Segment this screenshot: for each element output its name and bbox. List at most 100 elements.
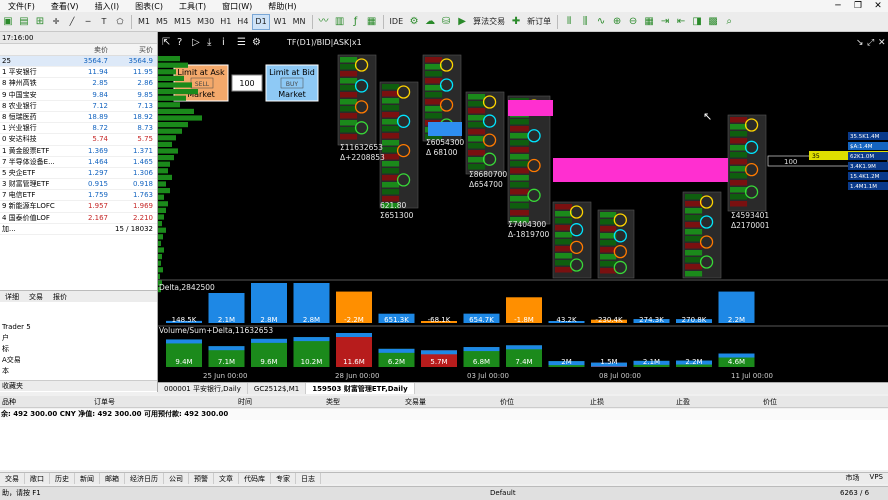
menu-help[interactable]: 帮助(H) bbox=[260, 1, 304, 12]
add-symbol-label[interactable]: 加... bbox=[0, 224, 60, 234]
tile-icon[interactable]: ▦ bbox=[642, 14, 656, 30]
symbol-row[interactable]: 25 3564.7 3564.9 bbox=[0, 56, 157, 68]
list-icon[interactable]: ☰ bbox=[237, 37, 246, 48]
symbol-row[interactable]: 1 平安银行 11.94 11.95 bbox=[0, 67, 157, 79]
zoom-out-icon[interactable]: ⊖ bbox=[626, 14, 640, 30]
symbol-row[interactable]: 0 安达科技 5.74 5.75 bbox=[0, 134, 157, 146]
col-tp[interactable]: 止盈 bbox=[676, 397, 690, 407]
chart-tab-active[interactable]: 159503 财富管理ETF,Daily bbox=[306, 383, 415, 394]
symbol-row[interactable]: 3 财富管理ETF 0.915 0.918 bbox=[0, 179, 157, 191]
col-symbol[interactable]: 品种 bbox=[2, 397, 16, 407]
toolbox-tab[interactable]: 交易 bbox=[0, 473, 25, 484]
symbol-row[interactable]: 7 电信ETF 1.759 1.763 bbox=[0, 190, 157, 202]
chart-minimize-icon[interactable]: ↘ bbox=[856, 38, 864, 48]
toolbox-tab[interactable]: 日志 bbox=[296, 473, 321, 484]
toolbox-tab[interactable]: 代码库 bbox=[239, 473, 271, 484]
tf-w1[interactable]: W1 bbox=[272, 14, 289, 30]
tf-m1[interactable]: M1 bbox=[136, 14, 152, 30]
symbol-row[interactable]: 4 国泰价值LOF 2.167 2.210 bbox=[0, 213, 157, 224]
settings-icon[interactable]: ⚙ bbox=[252, 37, 261, 48]
navigator-item[interactable]: A交易 bbox=[0, 355, 157, 366]
line-icon[interactable]: ∿ bbox=[594, 14, 608, 30]
line-tool-icon[interactable]: ╱ bbox=[65, 14, 79, 30]
chart-tab[interactable]: 000001 平安银行,Daily bbox=[158, 383, 248, 394]
close-icon[interactable]: ✕ bbox=[868, 0, 888, 12]
navigator-item[interactable]: 标 bbox=[0, 344, 157, 355]
algo-trading-button[interactable]: 算法交易 bbox=[471, 14, 507, 30]
col-type[interactable]: 类型 bbox=[326, 397, 340, 407]
symbol-row[interactable]: 9 中国宝安 9.84 9.85 bbox=[0, 90, 157, 101]
tab-details[interactable]: 详细 bbox=[0, 291, 24, 302]
tf-h1[interactable]: H1 bbox=[218, 14, 233, 30]
tab-ticks[interactable]: 报价 bbox=[48, 291, 72, 302]
col-price-current[interactable]: 价位 bbox=[763, 397, 777, 407]
autoscroll-icon[interactable]: ⇥ bbox=[658, 14, 672, 30]
tab-trading[interactable]: 交易 bbox=[24, 291, 48, 302]
indicators-icon[interactable]: ƒ bbox=[349, 14, 363, 30]
menu-file[interactable]: 文件(F) bbox=[0, 1, 43, 12]
candles-icon[interactable]: ⫴ bbox=[562, 14, 576, 30]
toolbox-tab[interactable]: 新闻 bbox=[75, 473, 100, 484]
symbol-row[interactable]: 8 神州高铁 2.85 2.86 bbox=[0, 78, 157, 90]
vps-tab[interactable]: VPS bbox=[865, 472, 888, 484]
tf-mn[interactable]: MN bbox=[291, 14, 308, 30]
new-order-icon[interactable]: ✚ bbox=[509, 14, 523, 30]
help-icon[interactable]: ? bbox=[177, 37, 182, 48]
navigator-item[interactable]: 户 bbox=[0, 333, 157, 344]
col-volume[interactable]: 交易量 bbox=[405, 397, 426, 407]
col-bid[interactable]: 卖价 bbox=[60, 44, 108, 55]
chart-close-icon[interactable]: ✕ bbox=[878, 38, 886, 48]
restore-icon[interactable]: ❐ bbox=[848, 0, 868, 12]
symbol-row[interactable]: 5 央企ETF 1.297 1.306 bbox=[0, 168, 157, 180]
download-icon[interactable]: ⤓ bbox=[207, 37, 212, 48]
toolbox-tab[interactable]: 邮箱 bbox=[100, 473, 125, 484]
minimize-icon[interactable]: ─ bbox=[828, 0, 848, 12]
toolbox-tab[interactable]: 经济日历 bbox=[125, 473, 164, 484]
cloud-icon[interactable]: ☁ bbox=[423, 14, 437, 30]
cursor-icon[interactable]: ⇱ bbox=[162, 37, 170, 48]
tf-m30[interactable]: M30 bbox=[195, 14, 216, 30]
col-sl[interactable]: 止损 bbox=[590, 397, 604, 407]
play-icon[interactable]: ▷ bbox=[192, 37, 200, 48]
toolbox-tab[interactable]: 专家 bbox=[271, 473, 296, 484]
col-ask[interactable]: 买价 bbox=[108, 44, 156, 55]
menu-window[interactable]: 窗口(W) bbox=[214, 1, 260, 12]
line-chart-icon[interactable]: 〰 bbox=[317, 14, 331, 30]
bar-chart-icon[interactable]: ▥ bbox=[333, 14, 347, 30]
menu-insert[interactable]: 插入(I) bbox=[87, 1, 128, 12]
hline-tool-icon[interactable]: ─ bbox=[81, 14, 95, 30]
info-icon[interactable]: i bbox=[222, 37, 225, 48]
chart-restore-icon[interactable]: ⤢ bbox=[866, 38, 874, 48]
menu-view[interactable]: 查看(V) bbox=[43, 1, 87, 12]
algo-trading-icon[interactable]: ▶ bbox=[455, 14, 469, 30]
symbol-row[interactable]: 1 兴业银行 8.72 8.73 bbox=[0, 123, 157, 135]
zoom-in-icon[interactable]: ⊕ bbox=[610, 14, 624, 30]
toolbox-tab[interactable]: 公司 bbox=[164, 473, 189, 484]
add-symbol-row[interactable]: 加... 15 / 18032 bbox=[0, 224, 157, 235]
tf-h4[interactable]: H4 bbox=[235, 14, 250, 30]
chart-window[interactable]: ⇱? ▷ ⤓ i ☰ ⚙ TF(D1)/BID|ASK|x1 ↘ ⤢ ✕ Limit at Ask S… bbox=[158, 32, 888, 382]
col-price[interactable]: 价位 bbox=[500, 397, 514, 407]
tf-d1[interactable]: D1 bbox=[252, 13, 270, 30]
shapes-icon[interactable]: ⬠ bbox=[113, 14, 127, 30]
toolbox-tab[interactable]: 文章 bbox=[214, 473, 239, 484]
search-icon[interactable]: ⌕ bbox=[722, 14, 736, 30]
chart-shift-icon[interactable]: ⇤ bbox=[674, 14, 688, 30]
market-tab[interactable]: 市场 bbox=[841, 472, 865, 484]
menu-tools[interactable]: 工具(T) bbox=[171, 1, 214, 12]
text-tool-icon[interactable]: T bbox=[97, 14, 111, 30]
toolbox-tab[interactable]: 敞口 bbox=[25, 473, 50, 484]
navigator-item[interactable]: 本 bbox=[0, 366, 157, 377]
tf-m5[interactable]: M5 bbox=[154, 14, 170, 30]
symbol-row[interactable]: 7 半导体设备E... 1.464 1.465 bbox=[0, 157, 157, 168]
vps-icon[interactable]: ⛁ bbox=[439, 14, 453, 30]
templates-icon[interactable]: ▦ bbox=[365, 14, 379, 30]
symbol-row[interactable]: 9 新能源车LOFC 1.957 1.969 bbox=[0, 201, 157, 213]
favorites-tab[interactable]: 收藏夹 bbox=[0, 380, 157, 391]
ide-button[interactable]: IDE bbox=[388, 14, 406, 30]
navigator-item[interactable]: Trader 5 bbox=[0, 322, 157, 333]
symbol-row[interactable]: 8 恒瑞医药 18.89 18.92 bbox=[0, 112, 157, 124]
strategy-tester-icon[interactable]: ⚙ bbox=[407, 14, 421, 30]
screenshot-icon[interactable]: ▩ bbox=[706, 14, 720, 30]
toolbox-tab[interactable]: 预警 bbox=[189, 473, 214, 484]
